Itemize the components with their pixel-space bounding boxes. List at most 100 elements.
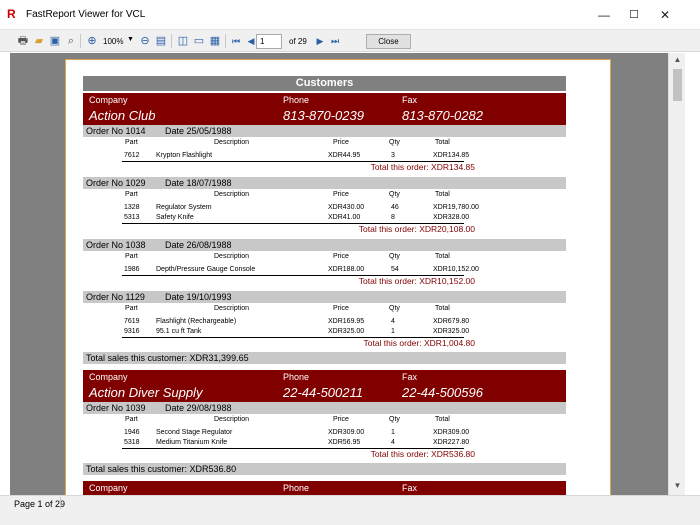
item-description: Safety Knife: [156, 214, 194, 221]
phone-label: Phone: [283, 483, 310, 493]
order-total: Total this order: XDR1,004.80: [363, 338, 475, 348]
col-total: Total: [435, 253, 450, 260]
open-icon[interactable]: ▰: [32, 34, 46, 48]
col-part: Part: [125, 191, 138, 198]
order-date: Date 26/08/1988: [165, 240, 232, 250]
order-number: Order No 1038: [86, 240, 146, 250]
item-total: XDR325.00: [433, 328, 470, 335]
close-window-button[interactable]: ✕: [655, 6, 675, 24]
zoom-in-icon[interactable]: ⊕: [85, 34, 99, 48]
item-description: 95.1 cu ft Tank: [156, 328, 202, 335]
item-qty: 54: [391, 266, 399, 273]
column-headers: Part Description Price Qty Total: [83, 304, 566, 314]
table-row: 5313 Safety Knife XDR41.00 8 XDR328.00: [83, 213, 566, 223]
item-part: 5318: [124, 439, 140, 446]
toolbar-separator: [225, 34, 226, 48]
item-description: Flashlight (Rechargeable): [156, 318, 237, 325]
col-qty: Qty: [389, 416, 400, 423]
column-headers: Part Description Price Qty Total: [83, 252, 566, 262]
page-number-input[interactable]: 1: [256, 34, 282, 49]
phone-value: 813-870-0239: [283, 108, 364, 123]
order-number: Order No 1129: [86, 292, 145, 302]
item-qty: 1: [391, 328, 395, 335]
col-part: Part: [125, 139, 138, 146]
table-row: 7612 Krypton Flashlight XDR44.95 3 XDR13…: [83, 151, 566, 161]
item-part: 1328: [124, 204, 140, 211]
item-part: 7612: [124, 152, 140, 159]
col-price: Price: [333, 191, 349, 198]
item-description: Medium Titanium Knife: [156, 439, 228, 446]
next-page-icon[interactable]: ▶: [313, 34, 327, 48]
fax-label: Fax: [402, 483, 418, 493]
first-page-icon[interactable]: ⏮: [229, 34, 243, 48]
order-header: Order No 1038 Date 26/08/1988: [83, 239, 566, 251]
customer-header: Company Phone Fax Action Diver Supply 22…: [83, 370, 566, 402]
item-qty: 4: [391, 318, 395, 325]
col-total: Total: [435, 416, 450, 423]
customer-header: Company Phone Fax Action Club 813-870-02…: [83, 93, 566, 125]
item-total: XDR309.00: [433, 429, 470, 436]
print-icon[interactable]: 🖶: [16, 34, 30, 48]
report-viewport[interactable]: Customers Company Phone Fax Action Club …: [10, 53, 668, 495]
order-header: Order No 1014 Date 25/05/1988: [83, 125, 566, 137]
minimize-button[interactable]: —: [594, 6, 614, 24]
table-row: 1986 Depth/Pressure Gauge Console XDR188…: [83, 265, 566, 275]
item-qty: 4: [391, 439, 395, 446]
order-total: Total this order: XDR536.80: [370, 449, 475, 459]
item-price: XDR309.00: [328, 429, 365, 436]
company-name: Action Diver Supply: [89, 385, 203, 400]
thumbnails-icon[interactable]: ▦: [208, 34, 222, 48]
one-page-icon[interactable]: ◫: [176, 34, 190, 48]
item-description: Second Stage Regulator: [156, 429, 233, 436]
zoom-select[interactable]: 100%: [103, 37, 123, 46]
col-price: Price: [333, 253, 349, 260]
scroll-thumb[interactable]: [673, 69, 682, 101]
item-qty: 8: [391, 214, 395, 221]
scroll-down-icon[interactable]: ▼: [669, 481, 686, 493]
order-number: Order No 1039: [86, 403, 146, 413]
phone-label: Phone: [283, 95, 310, 105]
save-icon[interactable]: ▣: [48, 34, 62, 48]
find-icon[interactable]: ⌕: [64, 34, 78, 48]
item-price: XDR41.00: [328, 214, 361, 221]
order-header: Order No 1039 Date 29/08/1988: [83, 402, 566, 414]
item-price: XDR325.00: [328, 328, 365, 335]
close-button[interactable]: Close: [366, 34, 411, 49]
col-qty: Qty: [389, 253, 400, 260]
item-part: 5313: [124, 214, 140, 221]
item-total: XDR679.80: [433, 318, 470, 325]
company-label: Company: [89, 483, 128, 493]
table-row: 1328 Regulator System XDR430.00 46 XDR19…: [83, 203, 566, 213]
item-description: Krypton Flashlight: [156, 152, 213, 159]
order-total: Total this order: XDR10,152.00: [358, 276, 475, 286]
item-price: XDR56.95: [328, 439, 361, 446]
item-total: XDR328.00: [433, 214, 470, 221]
outline-icon[interactable]: ▭: [192, 34, 206, 48]
company-name: Action Club: [89, 108, 156, 123]
item-part: 9316: [124, 328, 140, 335]
col-part: Part: [125, 253, 138, 260]
order-total: Total this order: XDR134.85: [370, 162, 475, 172]
maximize-button[interactable]: ☐: [624, 6, 644, 24]
item-qty: 46: [391, 204, 399, 211]
col-qty: Qty: [389, 305, 400, 312]
col-price: Price: [333, 416, 349, 423]
page-width-icon[interactable]: ▤: [154, 34, 168, 48]
scroll-up-icon[interactable]: ▲: [669, 55, 686, 67]
order-number: Order No 1014: [86, 126, 146, 136]
vertical-scrollbar[interactable]: ▲ ▼: [668, 53, 685, 495]
chevron-down-icon[interactable]: ▼: [127, 36, 134, 43]
order-total: Total this order: XDR20,108.00: [358, 224, 475, 234]
col-price: Price: [333, 305, 349, 312]
fax-value: 813-870-0282: [402, 108, 483, 123]
item-total: XDR134.85: [433, 152, 470, 159]
status-divider: [60, 497, 61, 509]
toolbar: 🖶 ▰ ▣ ⌕ ⊕ 100% ▼ ⊖ ▤ ◫ ▭ ▦ ⏮ ◀ of 29 ▶ ⏭…: [0, 30, 700, 52]
col-qty: Qty: [389, 191, 400, 198]
customer-header: Company Phone Fax: [83, 481, 566, 495]
order-header: Order No 1029 Date 18/07/1988: [83, 177, 566, 189]
order-date: Date 18/07/1988: [165, 178, 232, 188]
last-page-icon[interactable]: ⏭: [328, 34, 342, 48]
item-part: 1946: [124, 429, 140, 436]
zoom-out-icon[interactable]: ⊖: [138, 34, 152, 48]
